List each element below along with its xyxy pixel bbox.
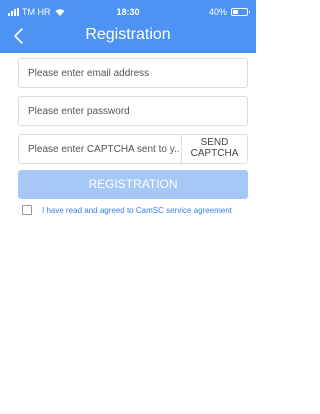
agreement-checkbox[interactable] [22, 205, 32, 215]
registration-button[interactable]: REGISTRATION [18, 170, 248, 199]
status-right: 40% [208, 7, 250, 17]
battery-percent: 40% [208, 7, 227, 17]
agreement-link[interactable]: I have read and agreed to CamSC service … [42, 206, 232, 215]
email-field-container [18, 58, 248, 88]
status-bar: TM HR 18:30 40% [0, 0, 256, 22]
password-field[interactable] [19, 97, 247, 125]
password-field-container [18, 96, 248, 126]
agreement-row: I have read and agreed to CamSC service … [22, 205, 232, 215]
captcha-field[interactable] [19, 135, 181, 163]
captcha-field-container: SEND CAPTCHA [18, 134, 248, 164]
send-captcha-button[interactable]: SEND CAPTCHA [181, 135, 247, 163]
page-title: Registration [85, 26, 171, 43]
email-field[interactable] [19, 59, 247, 87]
header-bar: TM HR 18:30 40% Registration [0, 0, 256, 53]
battery-icon [231, 8, 250, 16]
